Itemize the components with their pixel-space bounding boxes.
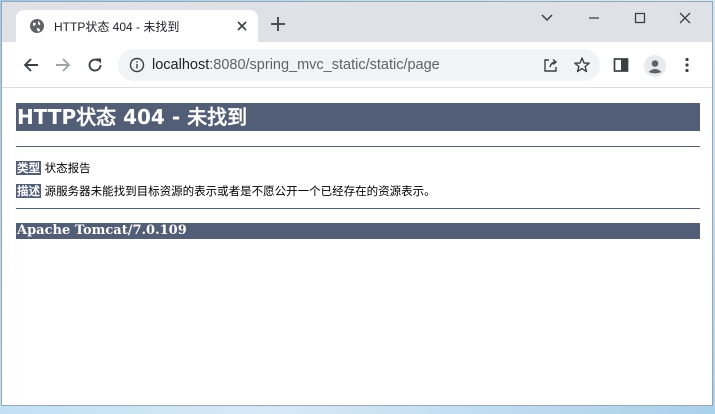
side-panel-icon[interactable] <box>612 56 630 74</box>
menu-kebab-icon[interactable] <box>678 56 696 74</box>
type-value: 状态报告 <box>44 161 91 175</box>
forward-arrow-icon[interactable] <box>54 56 72 74</box>
back-arrow-icon[interactable] <box>22 56 40 74</box>
url-path: :8080/spring_mvc_static/static/page <box>209 57 440 73</box>
tab-strip: HTTP状态 404 - 未找到 <box>2 2 712 43</box>
type-row: 类型 状态报告 <box>16 159 700 177</box>
description-value: 源服务器未能找到目标资源的表示或者是不愿公开一个已经存在的资源表示。 <box>44 184 436 198</box>
server-footer: Apache Tomcat/7.0.109 <box>16 223 700 239</box>
divider <box>16 146 700 147</box>
divider <box>16 208 700 209</box>
profile-avatar-icon[interactable] <box>644 55 666 77</box>
url-text[interactable]: localhost:8080/spring_mvc_static/static/… <box>152 57 440 73</box>
browser-window: HTTP状态 404 - 未找到 localhost:8080/spring_m… <box>1 1 713 406</box>
tab-active[interactable]: HTTP状态 404 - 未找到 <box>16 10 258 43</box>
description-label: 描述 <box>16 184 41 198</box>
minimize-icon[interactable] <box>585 10 603 26</box>
address-bar[interactable]: localhost:8080/spring_mvc_static/static/… <box>118 49 600 81</box>
maximize-icon[interactable] <box>631 10 649 26</box>
close-window-icon[interactable] <box>676 10 694 26</box>
share-icon[interactable] <box>542 57 559 74</box>
error-heading: HTTP状态 404 - 未找到 <box>16 103 700 131</box>
type-label: 类型 <box>16 161 41 175</box>
description-row: 描述 源服务器未能找到目标资源的表示或者是不愿公开一个已经存在的资源表示。 <box>16 182 700 200</box>
new-tab-icon[interactable] <box>270 16 286 32</box>
globe-icon <box>30 19 44 33</box>
reload-icon[interactable] <box>86 56 104 74</box>
tab-search-chevron-icon[interactable] <box>538 10 556 26</box>
close-tab-icon[interactable] <box>234 18 250 34</box>
page-content: HTTP状态 404 - 未找到 类型 状态报告 描述 源服务器未能找到目标资源… <box>16 88 700 239</box>
url-host: localhost <box>152 57 210 73</box>
toolbar: localhost:8080/spring_mvc_static/static/… <box>2 42 712 88</box>
bookmark-star-icon[interactable] <box>573 56 591 74</box>
site-info-icon[interactable] <box>129 57 145 73</box>
tab-title: HTTP状态 404 - 未找到 <box>54 20 180 34</box>
